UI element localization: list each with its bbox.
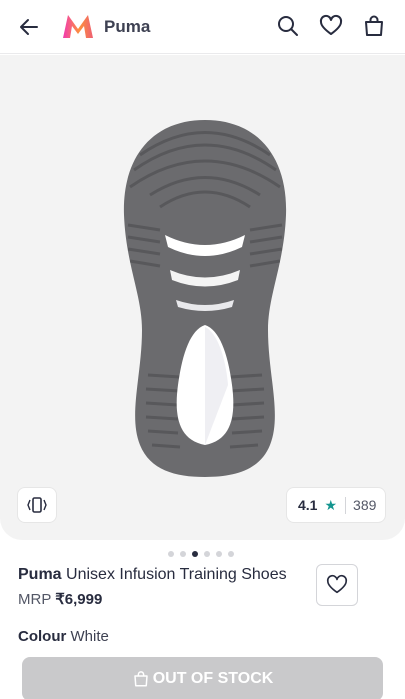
rating-badge[interactable]: 4.1 ★ 389 bbox=[286, 487, 386, 523]
colour-value: White bbox=[70, 628, 109, 645]
rating-divider bbox=[345, 496, 347, 514]
out-of-stock-button[interactable]: OUT OF STOCK bbox=[22, 657, 383, 699]
product-brand: Puma bbox=[18, 566, 62, 583]
wishlist-button[interactable] bbox=[316, 11, 346, 41]
view-similar-button[interactable] bbox=[17, 487, 57, 523]
rating-count: 389 bbox=[353, 497, 377, 513]
product-image-gallery[interactable]: 4.1 ★ 389 bbox=[0, 55, 405, 540]
top-app-bar: Puma bbox=[0, 0, 405, 54]
colour-label: Colour bbox=[18, 628, 67, 645]
pagination-dot[interactable] bbox=[168, 551, 174, 557]
pagination-dot-active[interactable] bbox=[192, 551, 198, 557]
product-image bbox=[123, 120, 287, 477]
mrp-label: MRP bbox=[18, 591, 52, 608]
star-icon: ★ bbox=[324, 496, 338, 513]
product-price: MRP ₹6,999 bbox=[18, 590, 102, 608]
search-icon bbox=[278, 16, 298, 36]
pagination-dot[interactable] bbox=[204, 551, 210, 557]
image-pagination bbox=[168, 551, 234, 557]
search-button[interactable] bbox=[273, 11, 303, 41]
back-button[interactable] bbox=[14, 12, 44, 42]
shopping-bag-icon bbox=[132, 670, 150, 688]
product-title: Puma Unisex Infusion Training Shoes bbox=[18, 565, 303, 585]
add-to-wishlist-button[interactable] bbox=[316, 564, 358, 606]
heart-icon bbox=[326, 574, 348, 594]
page-title: Puma bbox=[104, 17, 151, 36]
shopping-bag-icon bbox=[365, 15, 383, 36]
pagination-dot[interactable] bbox=[228, 551, 234, 557]
pagination-dot[interactable] bbox=[216, 551, 222, 557]
price-value: ₹6,999 bbox=[55, 591, 103, 608]
cta-label: OUT OF STOCK bbox=[152, 670, 274, 687]
bag-button[interactable] bbox=[359, 11, 389, 41]
arrow-left-icon bbox=[20, 19, 38, 35]
rating-value: 4.1 bbox=[298, 497, 318, 513]
colour-info: Colour White bbox=[18, 628, 109, 645]
pagination-dot[interactable] bbox=[180, 551, 186, 557]
heart-icon bbox=[319, 14, 343, 35]
myntra-logo-icon bbox=[63, 15, 93, 38]
rotate-view-icon bbox=[27, 497, 47, 513]
product-name: Unisex Infusion Training Shoes bbox=[66, 566, 287, 583]
